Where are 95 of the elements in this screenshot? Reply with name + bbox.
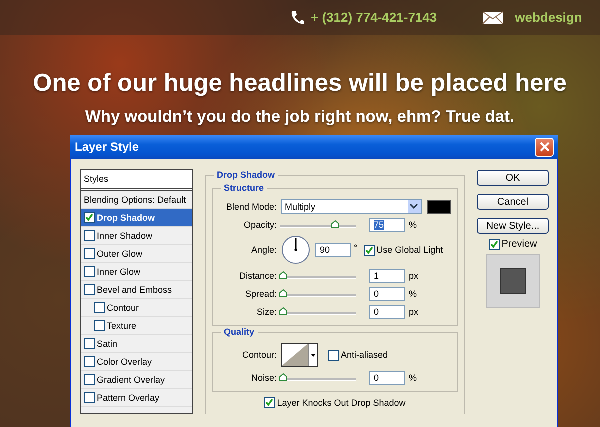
close-icon bbox=[540, 142, 550, 152]
unit-label: px bbox=[409, 270, 419, 280]
close-button[interactable] bbox=[535, 138, 554, 156]
item-label: Contour bbox=[107, 302, 140, 312]
unit-label: ° bbox=[354, 243, 358, 253]
field-label: Contour: bbox=[241, 350, 278, 360]
list-item[interactable]: Color Overlay bbox=[81, 353, 192, 371]
preview-square bbox=[500, 268, 526, 294]
list-item[interactable]: Inner Glow bbox=[81, 263, 192, 281]
list-item[interactable]: Contour bbox=[81, 299, 192, 317]
checkbox[interactable] bbox=[84, 338, 95, 349]
field-label: Blend Mode: bbox=[225, 202, 278, 212]
slider-thumb[interactable] bbox=[278, 270, 288, 280]
field-label: Size: bbox=[256, 306, 278, 316]
unit-label: % bbox=[409, 220, 418, 230]
checkbox-label: Preview bbox=[502, 239, 538, 250]
item-label: Drop Shadow bbox=[97, 212, 155, 222]
subheadline: Why wouldn’t you do the job right now, ehm? True dat. bbox=[84, 107, 516, 128]
field-label: Noise: bbox=[250, 372, 278, 382]
slider-thumb[interactable] bbox=[278, 288, 288, 298]
checkbox[interactable] bbox=[488, 239, 500, 250]
item-label: Outer Glow bbox=[97, 248, 143, 258]
slider-thumb[interactable] bbox=[278, 372, 288, 382]
checkbox-label: Layer Knocks Out Drop Shadow bbox=[277, 398, 406, 408]
unit-label: % bbox=[409, 372, 418, 382]
phone-number: + (312) 774-421-7143 bbox=[311, 10, 438, 25]
dialog-button[interactable]: OK bbox=[477, 170, 549, 186]
contour-curve-icon bbox=[282, 344, 308, 366]
item-label: Bevel and Emboss bbox=[97, 284, 172, 294]
slider-thumb[interactable] bbox=[278, 306, 288, 316]
list-item[interactable]: Gradient Overlay bbox=[81, 371, 192, 389]
field-label: Angle: bbox=[250, 245, 278, 255]
field-label: Distance: bbox=[238, 270, 278, 280]
angle-dial bbox=[281, 235, 311, 265]
checkbox[interactable] bbox=[84, 212, 95, 223]
slider[interactable] bbox=[278, 288, 358, 298]
slider[interactable] bbox=[278, 306, 358, 316]
group-title: Structure bbox=[221, 182, 268, 194]
blend-mode-dropdown[interactable]: Multiply bbox=[281, 199, 422, 214]
item-label: Inner Glow bbox=[97, 266, 141, 276]
item-label: Texture bbox=[107, 320, 137, 330]
envelope-icon bbox=[482, 10, 504, 24]
item-label: Color Overlay bbox=[97, 356, 152, 366]
slider[interactable] bbox=[278, 372, 358, 382]
list-item[interactable]: Satin bbox=[81, 335, 192, 353]
unit-label: % bbox=[409, 288, 418, 298]
list-item[interactable]: Inner Shadow bbox=[81, 227, 192, 245]
item-label: Gradient Overlay bbox=[97, 374, 166, 384]
field-label: Spread: bbox=[244, 288, 278, 298]
checkbox[interactable] bbox=[84, 374, 95, 385]
checkbox[interactable] bbox=[84, 356, 95, 367]
list-item[interactable]: Bevel and Emboss bbox=[81, 281, 192, 299]
number-field[interactable]: 0 bbox=[369, 304, 405, 318]
item-label: Pattern Overlay bbox=[97, 392, 160, 402]
list-item[interactable]: Outer Glow bbox=[81, 245, 192, 263]
checkbox-label: Use Global Light bbox=[376, 245, 444, 255]
item-label: Satin bbox=[97, 338, 118, 348]
checkbox[interactable] bbox=[364, 244, 375, 256]
slider[interactable] bbox=[278, 220, 358, 230]
checkbox-label: Anti-aliased bbox=[341, 350, 388, 360]
unit-label: px bbox=[409, 306, 419, 316]
list-header: Styles bbox=[81, 170, 192, 191]
slider-thumb[interactable] bbox=[331, 220, 340, 228]
list-item[interactable]: Pattern Overlay bbox=[81, 389, 192, 407]
list-item[interactable]: Drop Shadow bbox=[81, 209, 192, 227]
list-item[interactable]: Texture bbox=[81, 317, 192, 335]
section-title: Drop Shadow bbox=[214, 169, 278, 181]
checkbox[interactable] bbox=[84, 248, 95, 259]
caret-icon bbox=[310, 354, 316, 356]
color-swatch[interactable] bbox=[426, 200, 451, 214]
checkbox[interactable] bbox=[264, 397, 276, 408]
number-field[interactable]: 1 bbox=[369, 268, 405, 282]
group-title: Quality bbox=[221, 326, 258, 338]
dialog-button[interactable]: New Style... bbox=[477, 218, 549, 234]
number-field[interactable]: 0 bbox=[369, 286, 405, 300]
checkbox[interactable] bbox=[84, 284, 95, 295]
field-label: Opacity: bbox=[242, 220, 278, 230]
checkbox[interactable] bbox=[84, 392, 95, 403]
headline: One of our huge headlines will be placed here bbox=[32, 69, 568, 99]
window-title: Layer Style bbox=[75, 140, 140, 154]
number-field[interactable]: 0 bbox=[369, 370, 405, 384]
checkbox[interactable] bbox=[84, 230, 95, 241]
dialog-button[interactable]: Cancel bbox=[477, 194, 549, 210]
checkbox[interactable] bbox=[94, 320, 105, 331]
checkbox[interactable] bbox=[328, 350, 339, 360]
email-address: webdesign bbox=[515, 10, 582, 25]
checkbox[interactable] bbox=[94, 302, 105, 313]
slider[interactable] bbox=[278, 270, 358, 280]
number-field[interactable]: 90 bbox=[315, 243, 351, 257]
number-field[interactable]: 75 bbox=[369, 218, 405, 232]
checkbox[interactable] bbox=[84, 266, 95, 277]
phone-icon bbox=[290, 10, 304, 26]
chevron-down-icon bbox=[410, 204, 418, 209]
contour-picker[interactable] bbox=[281, 343, 318, 367]
item-label: Inner Shadow bbox=[97, 230, 153, 240]
